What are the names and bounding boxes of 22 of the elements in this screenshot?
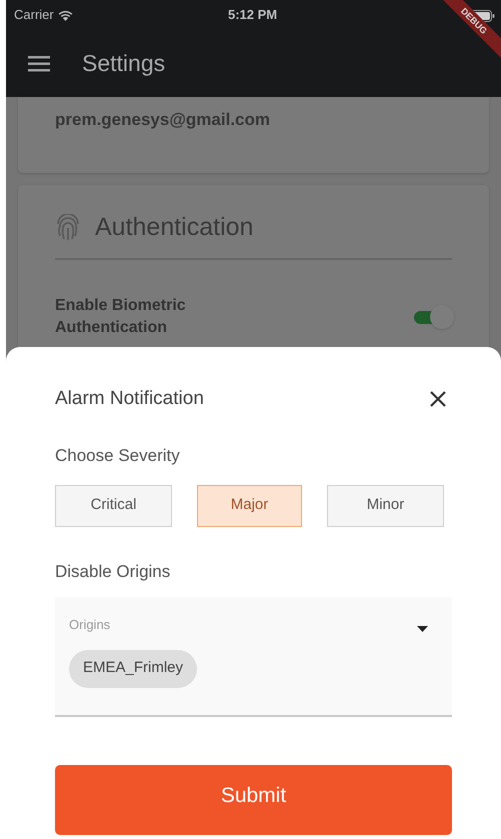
severity-option[interactable]: Major bbox=[197, 484, 302, 526]
origin-chip[interactable]: EMEA_Frimley bbox=[69, 650, 198, 688]
origins-dropdown[interactable]: Origins EMEA_Frimley bbox=[55, 597, 452, 717]
carrier-label: Carrier bbox=[14, 6, 54, 24]
sheet-title: Alarm Notification bbox=[55, 386, 204, 411]
severity-option[interactable]: Critical bbox=[55, 484, 172, 526]
dropdown-arrow-icon[interactable] bbox=[417, 626, 428, 632]
field-label: Origins bbox=[69, 616, 110, 634]
status-time: 5:12 PM bbox=[228, 6, 278, 24]
app-bar-title: Settings bbox=[82, 49, 166, 78]
close-icon[interactable] bbox=[430, 391, 446, 407]
severity-label: Choose Severity bbox=[55, 445, 180, 467]
origins-label: Disable Origins bbox=[55, 560, 170, 582]
biometric-toggle[interactable] bbox=[412, 305, 454, 329]
severity-option[interactable]: Minor bbox=[327, 484, 444, 526]
section-title: Authentication bbox=[95, 212, 254, 244]
menu-icon[interactable] bbox=[28, 56, 50, 72]
email-text: prem.genesys@gmail.com bbox=[55, 110, 270, 129]
toggle-label: Enable Biometric Authentication bbox=[55, 296, 187, 338]
wifi-icon bbox=[58, 10, 73, 20]
fingerprint-icon bbox=[55, 214, 81, 242]
submit-button[interactable]: Submit bbox=[55, 765, 452, 835]
